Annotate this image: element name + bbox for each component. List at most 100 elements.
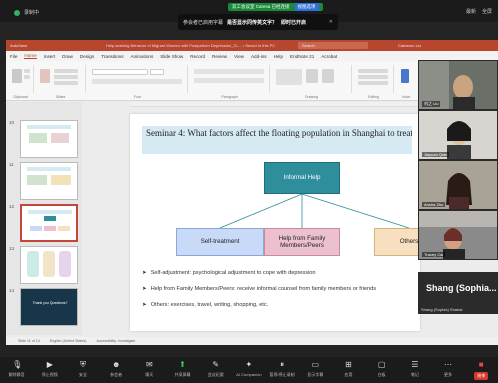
chat-icon: ✉ xyxy=(145,360,153,369)
ribbon-group-voice: Voice xyxy=(396,65,416,99)
active-speaker-tile[interactable]: Shang (Sophia... Shang (Sophia) Shahai xyxy=(418,272,498,314)
new-slide-icon[interactable] xyxy=(40,69,50,83)
notebook-button[interactable]: ☰ 笔记 xyxy=(401,360,429,378)
search-input[interactable]: Search xyxy=(298,42,368,49)
menu-addins[interactable]: Add-ins xyxy=(251,54,267,59)
font-name-select[interactable] xyxy=(92,69,148,75)
diagram-connectors xyxy=(219,193,410,229)
thumbnail-slide-11[interactable] xyxy=(20,162,78,200)
thumb-number: 13 xyxy=(9,246,15,251)
user-name[interactable]: Cameron Liu xyxy=(398,40,421,51)
ribbon-group-slides: Slides xyxy=(36,65,86,99)
thumbnail-slide-13[interactable] xyxy=(20,246,78,284)
participants-icon: ☻ xyxy=(111,360,121,369)
participants-button[interactable]: ☻ 参会者 xyxy=(102,360,130,378)
video-tile[interactable]: Tracey Cai xyxy=(418,210,498,260)
security-button[interactable]: ⛨ 安全 xyxy=(69,360,97,378)
apps-button[interactable]: ⊞ 应用 xyxy=(334,360,362,378)
menu-draw[interactable]: Draw xyxy=(62,54,73,59)
arrange-icon[interactable] xyxy=(306,69,318,83)
menu-slideshow[interactable]: Slide Show xyxy=(160,54,183,59)
captions-button[interactable]: ▭ 显示字幕 xyxy=(301,360,329,378)
diagram-node-family-peers[interactable]: Help from Family Members/Peers xyxy=(264,228,340,256)
menu-animations[interactable]: Animations xyxy=(131,54,154,59)
ribbon-group-clipboard: Clipboard xyxy=(8,65,34,99)
menu-help[interactable]: Help xyxy=(274,54,283,59)
more-button[interactable]: ⋯ 更多 xyxy=(434,360,462,378)
close-icon[interactable]: ✕ xyxy=(329,19,333,25)
thumbnail-slide-14[interactable]: Thank you Questions? xyxy=(20,288,78,326)
banner-action[interactable]: 即时已开启 xyxy=(281,19,306,26)
menu-transitions[interactable]: Transitions xyxy=(101,54,123,59)
banner-subtitle[interactable]: 是否显示同传英文字？ xyxy=(227,19,277,26)
paste-icon[interactable] xyxy=(12,69,22,83)
speaker-caption: Shang (Sophia) Shahai xyxy=(421,307,463,312)
arrow-icon: ➤ xyxy=(142,302,147,308)
meeting-toolbar: 🎙 解除静音 ▶ 停止视频 ⛨ 安全 ☻ 参会者 ✉ 聊天 ⬆ 共享屏幕 ✎ 会议纪要 ✦ AI… xyxy=(0,357,498,383)
thumbnail-slide-12[interactable] xyxy=(20,204,78,242)
ribbon-group-font: Font xyxy=(88,65,188,99)
menu-insert[interactable]: Insert xyxy=(44,54,56,59)
end-meeting-button[interactable]: ■ 结束 xyxy=(467,360,495,380)
ribbon-group-drawing: Drawing xyxy=(272,65,352,99)
menu-review[interactable]: Review xyxy=(212,54,227,59)
select-button[interactable] xyxy=(358,81,388,85)
dictate-icon[interactable] xyxy=(401,69,409,83)
shield-icon: ⛨ xyxy=(79,360,86,369)
more-icon: ⋯ xyxy=(444,360,453,369)
share-screen-button[interactable]: ⬆ 共享屏幕 xyxy=(169,360,197,378)
video-tile[interactable]: 刘之 Liu xyxy=(418,60,498,110)
recording-status[interactable]: 双工会议室 Caresa 已经连接 视图选项 xyxy=(228,3,323,11)
shapes-gallery[interactable] xyxy=(276,69,302,85)
whiteboard-icon: ▢ xyxy=(377,360,386,369)
topbar-item-fullscreen[interactable]: 全屏 xyxy=(482,8,492,15)
thumbnail-slide-10[interactable] xyxy=(20,120,78,158)
layout-button[interactable] xyxy=(54,69,78,73)
autosave-toggle[interactable]: AutoSave xyxy=(10,40,27,51)
chat-button[interactable]: ✉ 聊天 xyxy=(135,360,163,378)
menu-acrobat[interactable]: Acrobat xyxy=(321,54,337,59)
quick-styles-icon[interactable] xyxy=(322,69,334,83)
menu-record[interactable]: Record xyxy=(190,54,205,59)
apps-icon: ⊞ xyxy=(345,360,352,369)
section-button[interactable] xyxy=(54,81,78,85)
document-title: Help-seeking Behavior of Migrant Women w… xyxy=(106,43,276,48)
replace-button[interactable] xyxy=(358,75,388,79)
current-slide[interactable]: Seminar 4: What factors affect the float… xyxy=(130,114,420,331)
arrow-icon: ➤ xyxy=(142,270,147,276)
record-icon: ⏸ xyxy=(280,360,285,369)
diagram-node-others[interactable]: Others xyxy=(374,228,420,256)
diagram-node-self-treatment[interactable]: Self-treatment xyxy=(176,228,264,256)
whiteboard-button[interactable]: ▢ 白板 xyxy=(368,360,396,378)
video-tile[interactable]: Ansha Zhu xyxy=(418,160,498,210)
view-options-button[interactable]: 视图选项 xyxy=(294,3,319,11)
menu-endnote[interactable]: EndNote 21 xyxy=(290,54,314,59)
unmute-button[interactable]: 🎙 解除静音 xyxy=(3,360,31,378)
align-buttons[interactable] xyxy=(194,78,264,83)
menu-design[interactable]: Design xyxy=(80,54,94,59)
menu-file[interactable]: File xyxy=(10,54,17,59)
copy-icon[interactable] xyxy=(24,75,30,79)
ai-icon: ✦ xyxy=(245,360,253,369)
reset-button[interactable] xyxy=(54,75,78,79)
horizontal-ruler xyxy=(130,102,420,107)
menu-home[interactable]: Home xyxy=(24,53,37,59)
accessibility-status[interactable]: Accessibility: Investigate xyxy=(96,337,135,345)
participant-name: Jiayuan Qian xyxy=(422,152,450,157)
diagram-root-node[interactable]: Informal Help xyxy=(264,162,340,194)
record-button[interactable]: ⏸ 暂停/停止录制 xyxy=(268,360,296,378)
menu-view[interactable]: View xyxy=(234,54,244,59)
stop-video-button[interactable]: ▶ 停止视频 xyxy=(36,360,64,378)
ai-companion-button[interactable]: ✦ AI Companion xyxy=(235,360,263,377)
notes-button[interactable]: ✎ 会议纪要 xyxy=(202,360,230,378)
font-format-buttons[interactable] xyxy=(92,79,182,84)
language-status[interactable]: English (United States) xyxy=(50,337,87,345)
zoom-meeting-window: 录制中 双工会议室 Caresa 已经连接 视图选项 最新 全屏 参会者已启用字… xyxy=(0,0,498,383)
find-button[interactable] xyxy=(358,69,388,73)
list-buttons[interactable] xyxy=(194,69,264,74)
topbar-item-latest[interactable]: 最新 xyxy=(466,8,476,15)
cut-icon[interactable] xyxy=(24,69,30,73)
font-size-select[interactable] xyxy=(150,69,164,75)
caption-banner: 参会者已启用字幕 是否显示同传英文字？ 即时已开启 ✕ xyxy=(178,14,338,30)
video-tile[interactable]: Jiayuan Qian xyxy=(418,110,498,160)
